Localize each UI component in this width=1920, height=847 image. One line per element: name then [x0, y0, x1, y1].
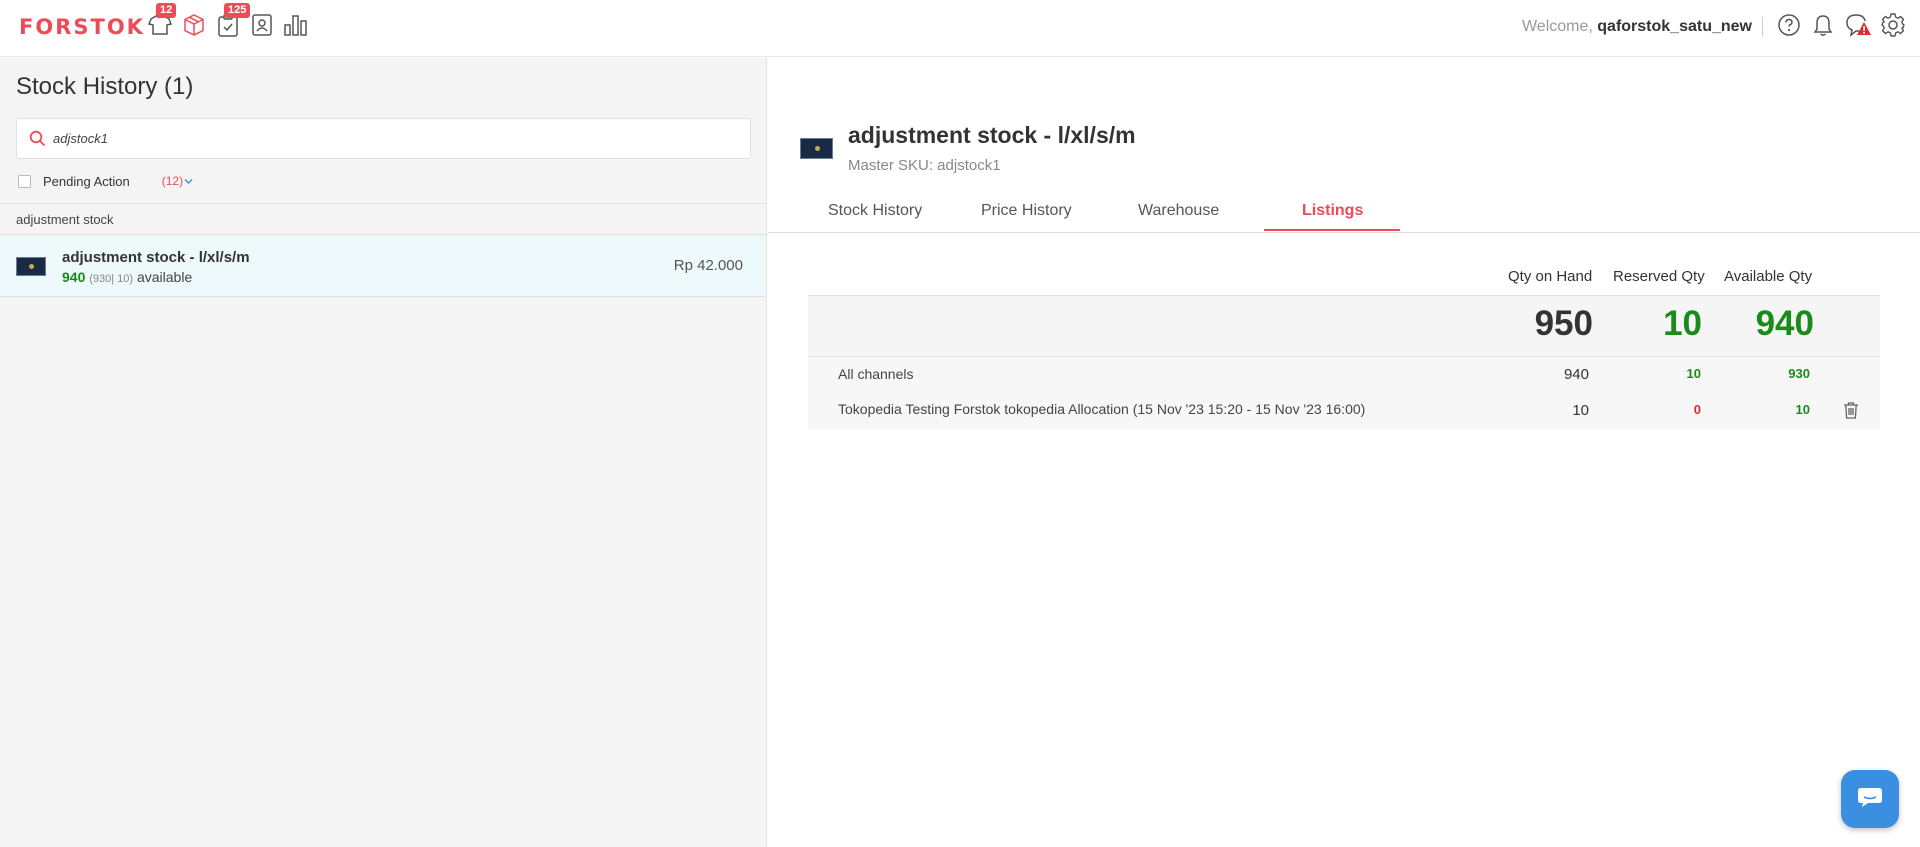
divider: [1762, 17, 1763, 37]
bell-icon: [1812, 13, 1834, 42]
row-available-qty: 10: [1795, 402, 1810, 417]
active-tab-indicator: [1264, 229, 1400, 231]
welcome-prefix: Welcome,: [1521, 18, 1593, 35]
products-nav[interactable]: 12: [146, 3, 177, 41]
reports-nav[interactable]: [282, 13, 310, 41]
table-row-label: Tokopedia Testing Forstok tokopedia Allo…: [838, 401, 1366, 417]
list-item[interactable]: adjustment stock - l/xl/s/m 940 (930| 10…: [0, 236, 766, 297]
item-stock: 940 (930| 10) available: [62, 269, 192, 285]
item-stock-breakdown: (930| 10): [89, 273, 134, 285]
table-row-label: All channels: [838, 366, 914, 382]
item-available-qty: 940: [62, 269, 86, 285]
search-value[interactable]: adjstock1: [53, 131, 108, 146]
gear-icon: [1880, 12, 1906, 43]
delete-allocation-button[interactable]: [1843, 401, 1859, 419]
total-qty-on-hand: 950: [1534, 304, 1593, 343]
group-header: adjustment stock: [0, 203, 766, 235]
tab-stock-history[interactable]: Stock History: [828, 202, 922, 220]
group-header-label: adjustment stock: [16, 212, 114, 227]
alerts-button[interactable]: [1844, 12, 1872, 43]
pending-action-checkbox[interactable]: [18, 174, 31, 188]
listing-rows: [808, 357, 1880, 429]
box-icon: [182, 13, 206, 42]
chat-icon: [1856, 785, 1884, 814]
detail-title: adjustment stock - l/xl/s/m: [848, 122, 1136, 148]
master-sku: Master SKU: adjstock1: [848, 157, 1001, 174]
welcome-text: Welcome, qaforstok_satu_new: [1522, 18, 1752, 36]
product-thumbnail: [16, 257, 46, 276]
live-chat-button[interactable]: [1841, 770, 1899, 828]
help-button[interactable]: [1776, 13, 1802, 42]
orders-nav[interactable]: 125: [214, 3, 251, 41]
total-available-qty: 940: [1755, 304, 1814, 343]
chevron-down-icon[interactable]: [184, 172, 193, 190]
alert-chat-icon: [1844, 12, 1872, 43]
item-available-label: available: [136, 269, 193, 285]
username[interactable]: qaforstok_satu_new: [1597, 18, 1752, 35]
page-title: Stock History (1): [16, 73, 193, 101]
inventory-nav[interactable]: [180, 13, 208, 41]
item-price: Rp 42.000: [673, 257, 743, 274]
column-available-qty: Available Qty: [1724, 268, 1813, 285]
pending-action-label[interactable]: Pending Action: [43, 174, 130, 189]
detail-thumbnail: [800, 138, 833, 159]
top-bar: FORSTOK 12 125 Welcome, qaforstok_satu_n…: [0, 0, 1920, 57]
row-available-qty: 930: [1788, 366, 1810, 381]
customers-nav[interactable]: [248, 13, 276, 41]
tab-listings[interactable]: Listings: [1302, 202, 1363, 220]
orders-badge: 125: [224, 3, 251, 18]
tab-price-history[interactable]: Price History: [981, 202, 1072, 220]
forstok-logo[interactable]: FORSTOK: [19, 15, 145, 39]
row-qty-on-hand: 940: [1563, 366, 1589, 383]
help-icon: [1777, 13, 1801, 42]
bar-chart-icon: [283, 13, 309, 42]
item-name[interactable]: adjustment stock - l/xl/s/m: [62, 249, 250, 266]
contact-icon: [251, 13, 273, 42]
tab-warehouse[interactable]: Warehouse: [1138, 202, 1219, 220]
pending-action-filter[interactable]: Pending Action (12): [18, 172, 193, 190]
row-qty-on-hand: 10: [1572, 402, 1589, 419]
row-reserved-qty: 0: [1693, 402, 1701, 417]
products-badge: 12: [156, 3, 177, 18]
result-count: (1): [164, 73, 194, 100]
page-title-text: Stock History: [16, 73, 158, 100]
settings-button[interactable]: [1880, 12, 1906, 43]
total-reserved-qty: 10: [1663, 304, 1702, 343]
row-reserved-qty: 10: [1686, 366, 1701, 381]
pending-action-count: (12): [161, 174, 184, 188]
notifications-button[interactable]: [1810, 14, 1836, 40]
stock-list-panel: Stock History (1) adjstock1 Pending Acti…: [0, 58, 767, 847]
trash-icon: [1843, 402, 1859, 423]
totals-row: [808, 295, 1880, 357]
search-input[interactable]: adjstock1: [16, 118, 751, 159]
search-icon: [29, 130, 46, 152]
column-qty-on-hand: Qty on Hand: [1508, 268, 1593, 285]
column-reserved-qty: Reserved Qty: [1613, 268, 1705, 285]
detail-tabs: Stock History Price History Warehouse Li…: [768, 196, 1920, 233]
